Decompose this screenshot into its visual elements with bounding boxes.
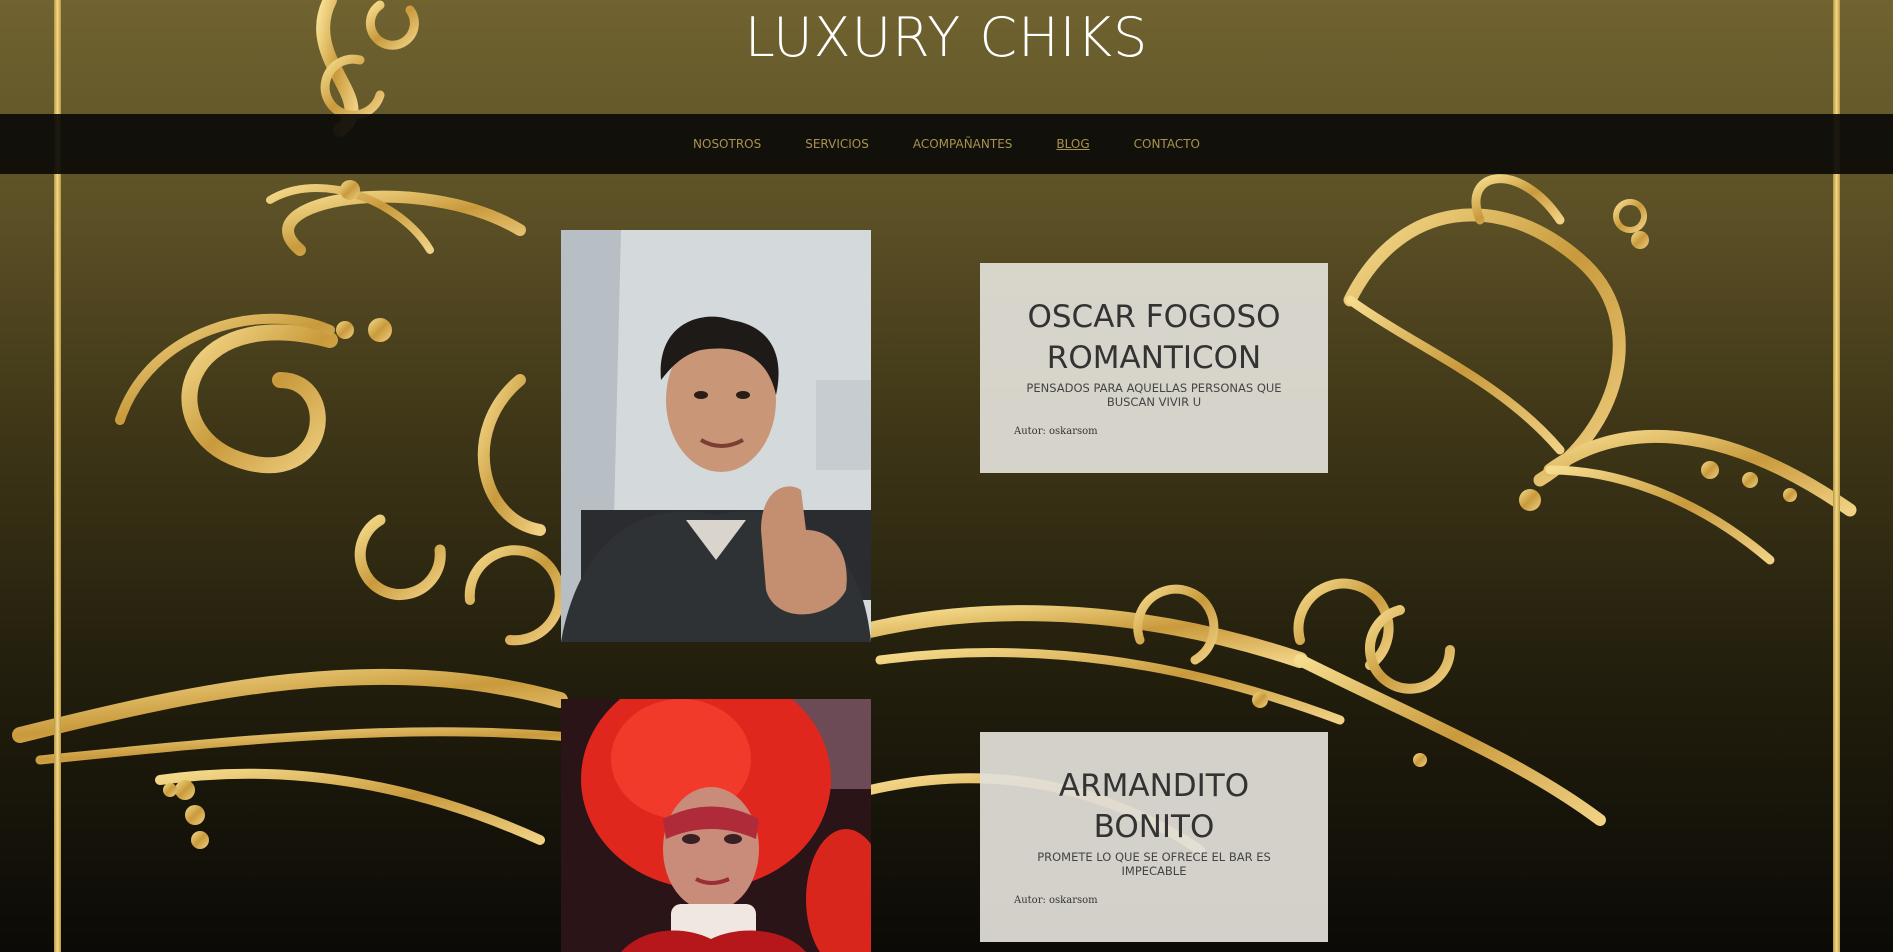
post-image-oscar[interactable]: [561, 230, 871, 642]
post-excerpt: PENSADOS PARA AQUELLAS PERSONAS QUE BUSC…: [1026, 381, 1282, 409]
post-author: Autor: oskarsom: [1014, 895, 1098, 906]
post-card-2[interactable]: ARMANDITO BONITO PROMETE LO QUE SE OFREC…: [980, 732, 1328, 942]
nav-item-contacto[interactable]: CONTACTO: [1134, 137, 1200, 151]
nav-item-nosotros[interactable]: NOSOTROS: [693, 137, 761, 151]
post-author: Autor: oskarsom: [1014, 426, 1098, 437]
site-title: LUXURY CHIKS: [744, 6, 1149, 69]
nav-item-acompanantes[interactable]: ACOMPAÑANTES: [913, 137, 1013, 151]
post-title[interactable]: OSCAR FOGOSO ROMANTICON: [1002, 297, 1306, 379]
post-excerpt: PROMETE LO QUE SE OFRECE EL BAR ES IMPEC…: [1037, 850, 1271, 878]
post-title[interactable]: ARMANDITO BONITO: [1002, 766, 1306, 848]
post-card-1[interactable]: OSCAR FOGOSO ROMANTICON PENSADOS PARA AQ…: [980, 263, 1328, 473]
main-nav: NOSOTROS SERVICIOS ACOMPAÑANTES BLOG CON…: [0, 114, 1893, 174]
nav-item-blog[interactable]: BLOG: [1056, 137, 1089, 151]
post-image-armandito[interactable]: [561, 699, 871, 952]
nav-item-servicios[interactable]: SERVICIOS: [805, 137, 869, 151]
